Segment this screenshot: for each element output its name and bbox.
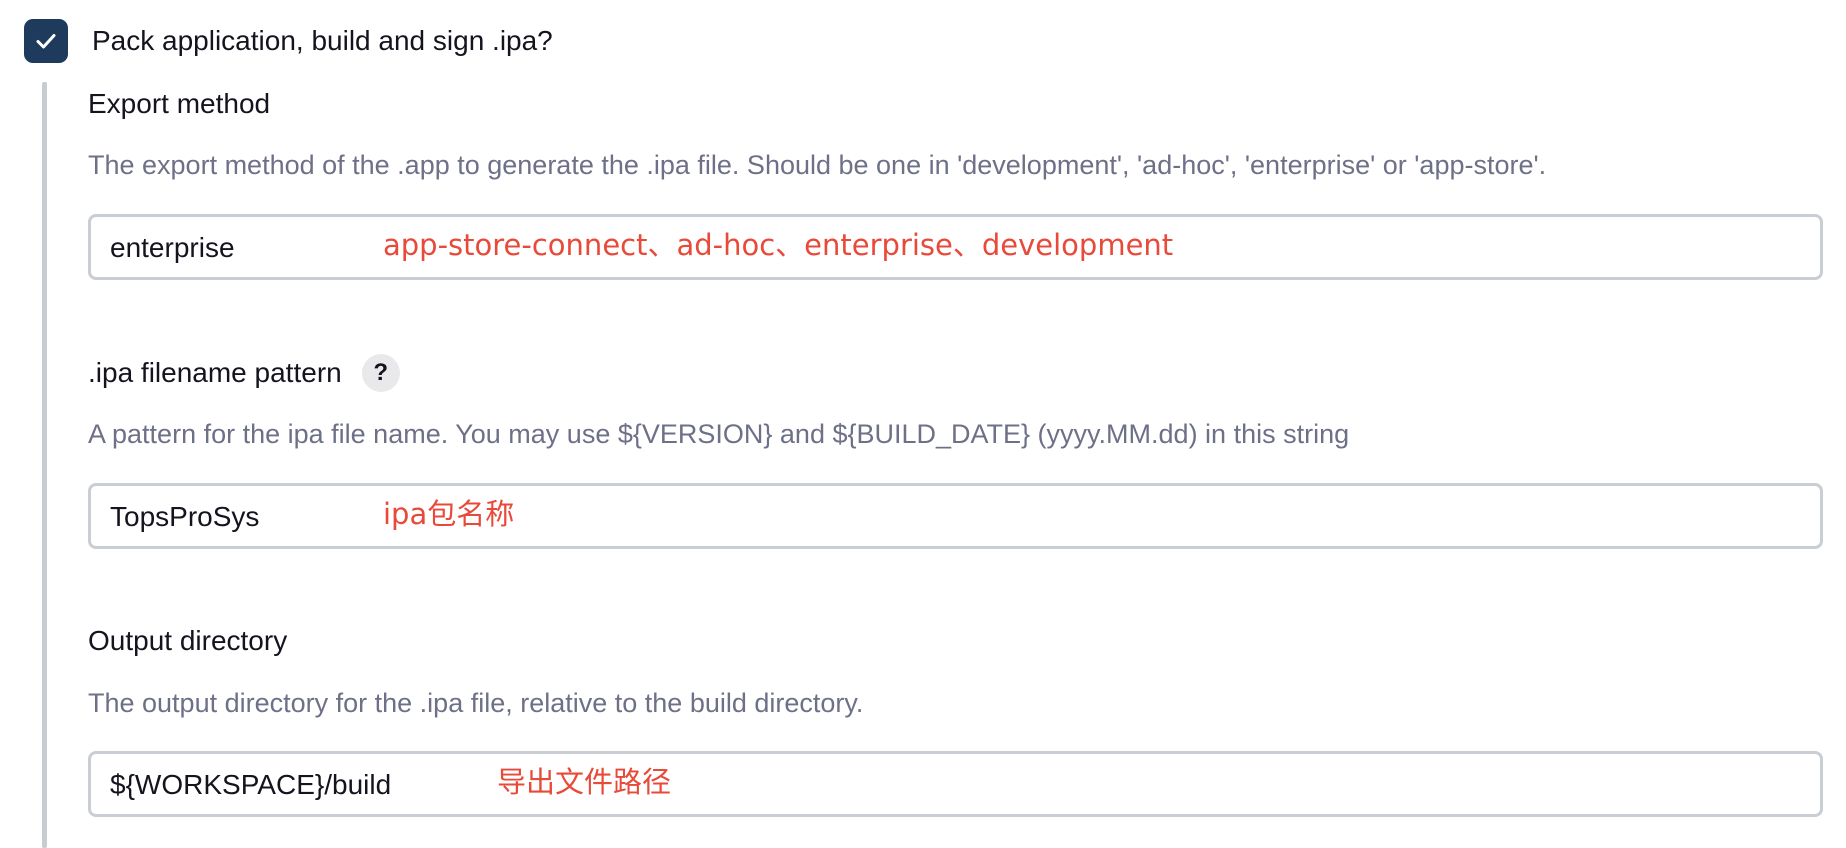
output-directory-description: The output directory for the .ipa file, … bbox=[88, 688, 864, 718]
export-method-input[interactable]: enterprise app-store-connect、ad-hoc、ente… bbox=[88, 214, 1823, 280]
nested-section-rule bbox=[42, 82, 47, 848]
ipa-filename-pattern-value: TopsProSys bbox=[110, 501, 260, 532]
export-method-annotation: app-store-connect、ad-hoc、enterprise、deve… bbox=[383, 228, 1174, 262]
ipa-filename-pattern-input[interactable]: TopsProSys ipa包名称 bbox=[88, 483, 1823, 549]
output-directory-annotation: 导出文件路径 bbox=[497, 765, 672, 799]
pack-ipa-checkbox[interactable] bbox=[24, 19, 68, 63]
pack-ipa-checkbox-label[interactable]: Pack application, build and sign .ipa? bbox=[92, 25, 553, 57]
help-icon[interactable]: ? bbox=[361, 354, 400, 392]
ipa-filename-pattern-description: A pattern for the ipa file name. You may… bbox=[88, 419, 1350, 449]
checkmark-icon bbox=[36, 34, 56, 49]
ipa-filename-pattern-label: .ipa filename pattern ? bbox=[88, 353, 400, 393]
output-directory-value: ${WORKSPACE}/build bbox=[110, 769, 392, 800]
pack-ipa-checkbox-row: Pack application, build and sign .ipa? bbox=[24, 19, 553, 63]
output-directory-input[interactable]: ${WORKSPACE}/build 导出文件路径 bbox=[88, 751, 1823, 817]
export-method-description: The export method of the .app to generat… bbox=[88, 150, 1547, 180]
export-method-label-text: Export method bbox=[88, 88, 271, 119]
export-method-value: enterprise bbox=[110, 232, 235, 263]
output-directory-label-text: Output directory bbox=[88, 625, 288, 656]
output-directory-label: Output directory bbox=[88, 623, 287, 659]
ipa-filename-pattern-label-text: .ipa filename pattern bbox=[88, 357, 342, 388]
export-method-label: Export method bbox=[88, 86, 270, 122]
ipa-filename-pattern-annotation: ipa包名称 bbox=[383, 497, 515, 531]
